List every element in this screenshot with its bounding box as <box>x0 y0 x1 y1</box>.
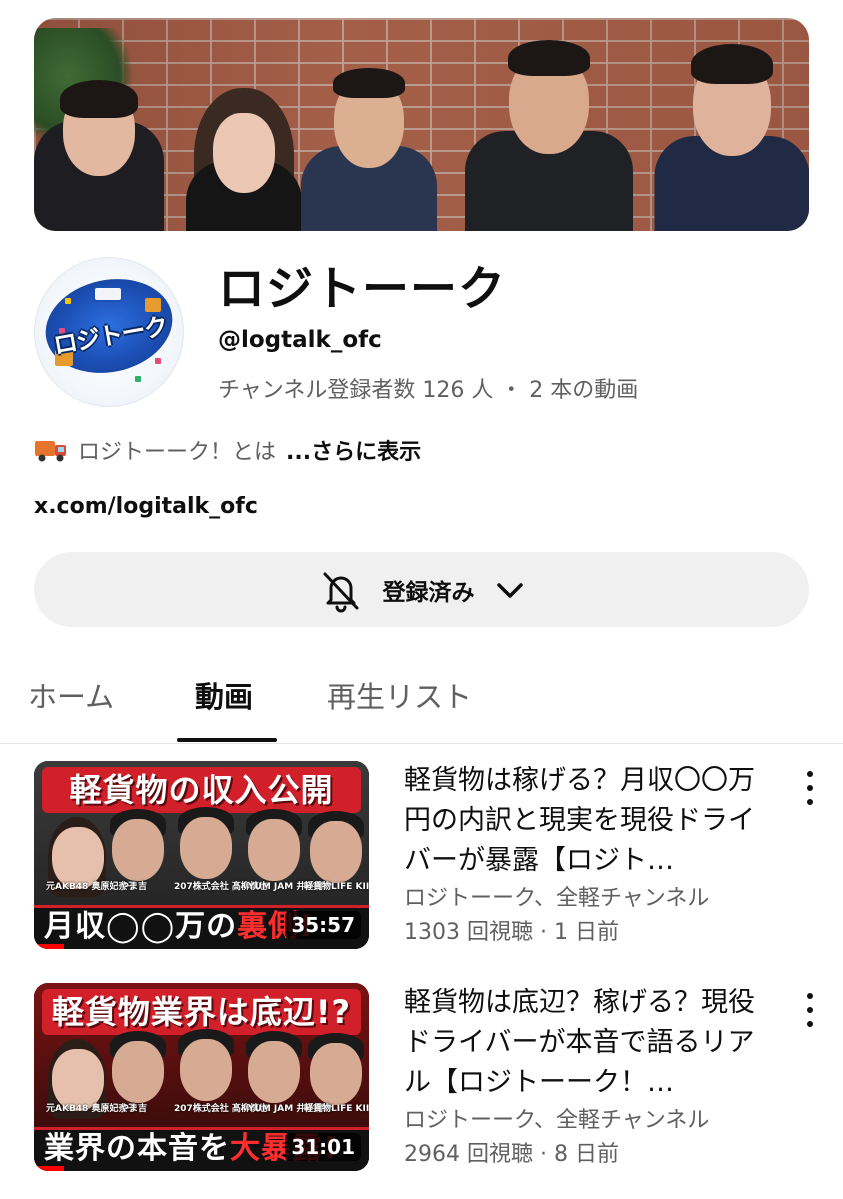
channel-description[interactable]: ロジトーーク！とは ...さらに表示 <box>34 434 421 466</box>
video-item[interactable]: 軽貨物の収入公開 元AKB48 奥原妃奈子 やま吉 207株式会社 髙柳慎也 Y… <box>0 761 843 961</box>
bell-off-icon <box>323 572 358 612</box>
video-item[interactable]: 軽貨物業界は底辺!? 元AKB48 奥原妃奈子 やま吉 207株式会社 髙柳慎也… <box>0 983 843 1183</box>
description-text: ロジトーーク！とは <box>78 440 277 465</box>
subscribed-label: 登録済み <box>382 579 475 606</box>
channel-tabs: ホーム 動画 再生リスト <box>0 652 843 744</box>
video-channels: ロジトーーク、全軽チャンネル <box>404 1108 710 1133</box>
video-title[interactable]: 軽貨物は底辺？稼げる？現役ドライバーが本音で語るリアル【ロジトーーク！… <box>404 983 779 1103</box>
channel-link[interactable]: x.com/logitalk_ofc <box>34 494 258 519</box>
banner-person <box>184 18 304 231</box>
video-duration: 35:57 <box>285 911 361 939</box>
person-caption: やま吉 <box>120 1104 148 1114</box>
delivery-truck-icon <box>35 441 66 462</box>
thumbnail-caption: 業界の本音を <box>44 1131 230 1166</box>
video-views-age: 2964 回視聴 · 8 日前 <box>404 1142 619 1167</box>
subscribed-button[interactable]: 登録済み <box>34 552 809 627</box>
banner-person <box>464 18 634 231</box>
thumbnail-caption: 月収◯◯万の <box>44 909 238 944</box>
video-views-age: 1303 回視聴 · 1 日前 <box>404 920 619 945</box>
video-title[interactable]: 軽貨物は稼げる？月収〇〇万円の内訳と現実を現役ドライバーが暴露【ロジト… <box>404 761 779 881</box>
channel-banner <box>34 18 809 231</box>
channel-stats: チャンネル登録者数 126 人 ・ 2 本の動画 <box>218 378 639 403</box>
video-channels: ロジトーーク、全軽チャンネル <box>404 886 710 911</box>
banner-person <box>34 18 164 231</box>
tab-playlists[interactable]: 再生リスト <box>327 674 472 716</box>
video-duration: 31:01 <box>285 1133 361 1161</box>
tab-videos[interactable]: 動画 <box>195 674 253 716</box>
video-thumbnail[interactable]: 軽貨物の収入公開 元AKB48 奥原妃奈子 やま吉 207株式会社 髙柳慎也 Y… <box>34 761 369 949</box>
person-caption: 軽貨物LIFE KIICHI <box>304 882 369 892</box>
banner-person <box>299 18 439 231</box>
person-caption: 軽貨物LIFE KIICHI <box>304 1104 369 1114</box>
banner-person <box>654 18 809 231</box>
tab-home[interactable]: ホーム <box>28 674 114 716</box>
channel-avatar[interactable]: ロジトーク <box>34 257 184 407</box>
person-caption: やま吉 <box>120 882 148 892</box>
active-tab-indicator <box>177 738 277 742</box>
more-options-icon[interactable] <box>798 993 822 1027</box>
watch-progress <box>34 1166 64 1171</box>
thumbnail-headline: 軽貨物業界は底辺!? <box>42 989 361 1035</box>
show-more-link[interactable]: ...さらに表示 <box>286 434 421 466</box>
video-thumbnail[interactable]: 軽貨物業界は底辺!? 元AKB48 奥原妃奈子 やま吉 207株式会社 髙柳慎也… <box>34 983 369 1171</box>
truck-icon <box>93 286 123 302</box>
thumbnail-headline: 軽貨物の収入公開 <box>42 767 361 813</box>
channel-handle: @logtalk_ofc <box>218 327 382 353</box>
watch-progress <box>34 944 64 949</box>
chevron-down-icon <box>496 582 523 598</box>
channel-name: ロジトーーク <box>218 262 506 317</box>
more-options-icon[interactable] <box>798 771 822 805</box>
